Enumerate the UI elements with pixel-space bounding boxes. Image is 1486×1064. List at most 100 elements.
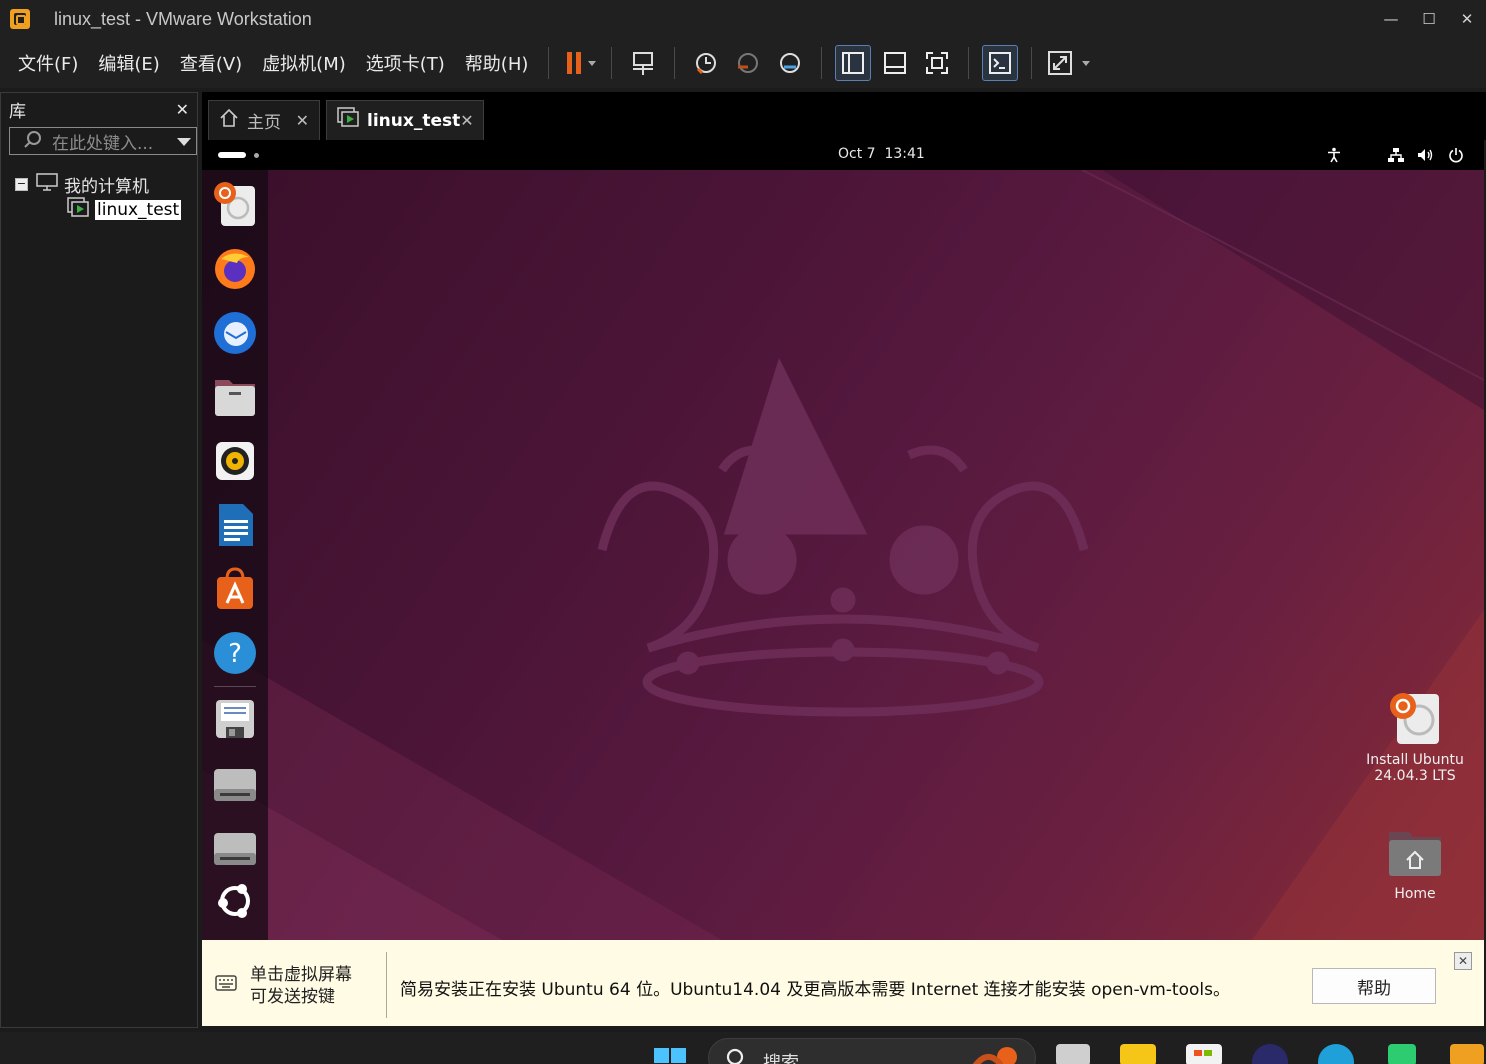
install-ubuntu-icon	[1390, 693, 1439, 744]
tab-home[interactable]: 主页 ✕	[208, 100, 320, 140]
send-ctrl-alt-del-icon[interactable]	[625, 45, 661, 81]
close-icon[interactable]: ✕	[1448, 0, 1486, 38]
dock-app-center-icon[interactable]	[212, 566, 258, 612]
network-icon[interactable]	[1386, 145, 1406, 165]
menu-file[interactable]: 文件(F)	[8, 50, 88, 76]
ubuntu-dock: ?	[202, 170, 268, 940]
chevron-down-icon[interactable]	[176, 132, 192, 151]
taskbar-app-icon[interactable]	[1388, 1044, 1416, 1064]
dock-help-icon[interactable]: ?	[212, 630, 258, 676]
menu-tabs[interactable]: 选项卡(T)	[356, 50, 455, 76]
volume-icon[interactable]	[1416, 145, 1436, 165]
help-button[interactable]: 帮助	[1312, 968, 1436, 1004]
search-highlight-icon	[967, 1043, 1027, 1064]
hint-message: 简易安装正在安装 Ubuntu 64 位。Ubuntu14.04 及更高版本需要…	[400, 980, 1230, 1000]
ubuntu-wallpaper	[202, 170, 1484, 940]
taskbar-edge-icon[interactable]	[1318, 1044, 1354, 1064]
clock[interactable]: Oct 7 13:41	[838, 146, 925, 162]
taskbar-store-icon[interactable]	[1186, 1044, 1222, 1064]
workspace-indicator-icon[interactable]	[218, 152, 246, 158]
vm-running-icon	[337, 107, 361, 134]
hint-click-label: 单击虚拟屏幕	[250, 965, 352, 985]
hint-send-keys-label: 可发送按键	[250, 987, 335, 1007]
dock-rhythmbox-icon[interactable]	[212, 438, 258, 484]
home-folder-icon	[1389, 832, 1441, 876]
taskbar-search-label: 搜索	[763, 1053, 799, 1064]
computer-icon	[36, 172, 58, 196]
taskbar-vmware-icon[interactable]	[1450, 1044, 1484, 1064]
clock-time: 13:41	[884, 146, 925, 162]
desktop-icon-label: Install Ubuntu	[1366, 752, 1464, 768]
close-tab-icon[interactable]: ✕	[296, 111, 309, 130]
library-tree: − 我的计算机 linux_test	[15, 171, 182, 224]
taskbar-app-icon[interactable]	[1056, 1044, 1090, 1064]
minimize-icon[interactable]: —	[1372, 0, 1410, 38]
full-screen-icon[interactable]	[919, 45, 955, 81]
dock-drive-icon[interactable]	[212, 762, 258, 808]
show-apps-icon[interactable]	[212, 878, 258, 924]
search-icon	[24, 130, 42, 152]
vmware-logo-icon	[8, 7, 32, 31]
dock-separator	[214, 686, 256, 687]
library-close-icon[interactable]: ✕	[176, 100, 189, 119]
home-icon	[219, 108, 239, 133]
toolbar-separator	[548, 47, 550, 79]
stretch-guest-icon[interactable]	[1045, 45, 1095, 81]
clock-date: Oct 7	[838, 146, 876, 162]
toolbar-separator	[1031, 47, 1033, 79]
desktop-icon-home[interactable]: Home	[1360, 822, 1470, 902]
ubuntu-desktop[interactable]: Install Ubuntu 24.04.3 LTS Home	[202, 170, 1484, 940]
thumbnail-bar-icon[interactable]	[877, 45, 913, 81]
snapshot-manager-icon[interactable]	[772, 45, 808, 81]
menu-help[interactable]: 帮助(H)	[455, 50, 539, 76]
windows-start-icon[interactable]	[652, 1046, 688, 1064]
collapse-icon[interactable]: −	[15, 177, 28, 191]
library-panel: 库 ✕ 在此处键入... − 我的计算机 linux_test	[0, 92, 198, 1028]
show-library-icon[interactable]	[835, 45, 872, 81]
console-view-icon[interactable]	[982, 45, 1019, 81]
vm-running-icon	[67, 196, 91, 224]
taskbar-file-explorer-icon[interactable]	[1120, 1044, 1156, 1064]
power-icon[interactable]	[1446, 145, 1466, 165]
menu-edit[interactable]: 编辑(E)	[88, 50, 169, 76]
close-hint-icon[interactable]: ✕	[1454, 952, 1472, 970]
menu-vm[interactable]: 虚拟机(M)	[252, 50, 356, 76]
menu-view[interactable]: 查看(V)	[170, 50, 252, 76]
tree-label: 我的计算机	[64, 176, 149, 197]
taskbar-search-box[interactable]: 搜索	[708, 1038, 1036, 1064]
tree-item-my-computer[interactable]: − 我的计算机	[15, 171, 181, 197]
tab-label: linux_test	[367, 110, 461, 131]
snapshot-icon[interactable]	[688, 45, 724, 81]
dock-drive-icon[interactable]	[212, 826, 258, 872]
desktop-icon-install-ubuntu[interactable]: Install Ubuntu 24.04.3 LTS	[1360, 688, 1470, 784]
tab-linux-test[interactable]: linux_test ✕	[326, 100, 484, 140]
tab-label: 主页	[247, 113, 281, 133]
dock-install-ubuntu-icon[interactable]	[212, 182, 258, 228]
ubuntu-top-bar: Oct 7 13:41	[202, 140, 1484, 170]
window-title: linux_test - VMware Workstation	[54, 8, 312, 29]
dock-libreoffice-writer-icon[interactable]	[212, 502, 258, 548]
vm-screen[interactable]: Oct 7 13:41 Install Ubuntu 24.04.3 LTS H…	[202, 140, 1484, 940]
taskbar-app-icon[interactable]	[1252, 1044, 1288, 1064]
tab-strip: 主页 ✕ linux_test ✕	[202, 92, 1486, 140]
dock-files-icon[interactable]	[212, 374, 258, 420]
dock-floppy-icon[interactable]	[212, 696, 258, 742]
easy-install-hint-bar: 单击虚拟屏幕 可发送按键 简易安装正在安装 Ubuntu 64 位。Ubuntu…	[202, 940, 1484, 1026]
tree-item-linux-test[interactable]: linux_test	[67, 196, 182, 224]
close-tab-icon[interactable]: ✕	[460, 111, 473, 130]
dock-thunderbird-icon[interactable]	[212, 310, 258, 356]
dock-firefox-icon[interactable]	[212, 246, 258, 292]
revert-snapshot-icon[interactable]	[730, 45, 766, 81]
windows-taskbar: 搜索	[0, 1032, 1486, 1064]
accessibility-icon[interactable]	[1324, 145, 1344, 165]
library-search-input[interactable]: 在此处键入...	[9, 127, 197, 155]
keyboard-icon	[214, 972, 238, 1000]
toolbar-separator	[611, 47, 613, 79]
maximize-icon[interactable]: ☐	[1410, 0, 1448, 38]
desktop-icon-label: Home	[1394, 886, 1436, 902]
pause-icon[interactable]	[562, 45, 598, 81]
desktop-icon-label: 24.04.3 LTS	[1374, 768, 1456, 784]
workspace-dot-icon[interactable]	[254, 153, 259, 158]
tree-label: linux_test	[95, 200, 182, 220]
svg-text:?: ?	[228, 639, 242, 669]
